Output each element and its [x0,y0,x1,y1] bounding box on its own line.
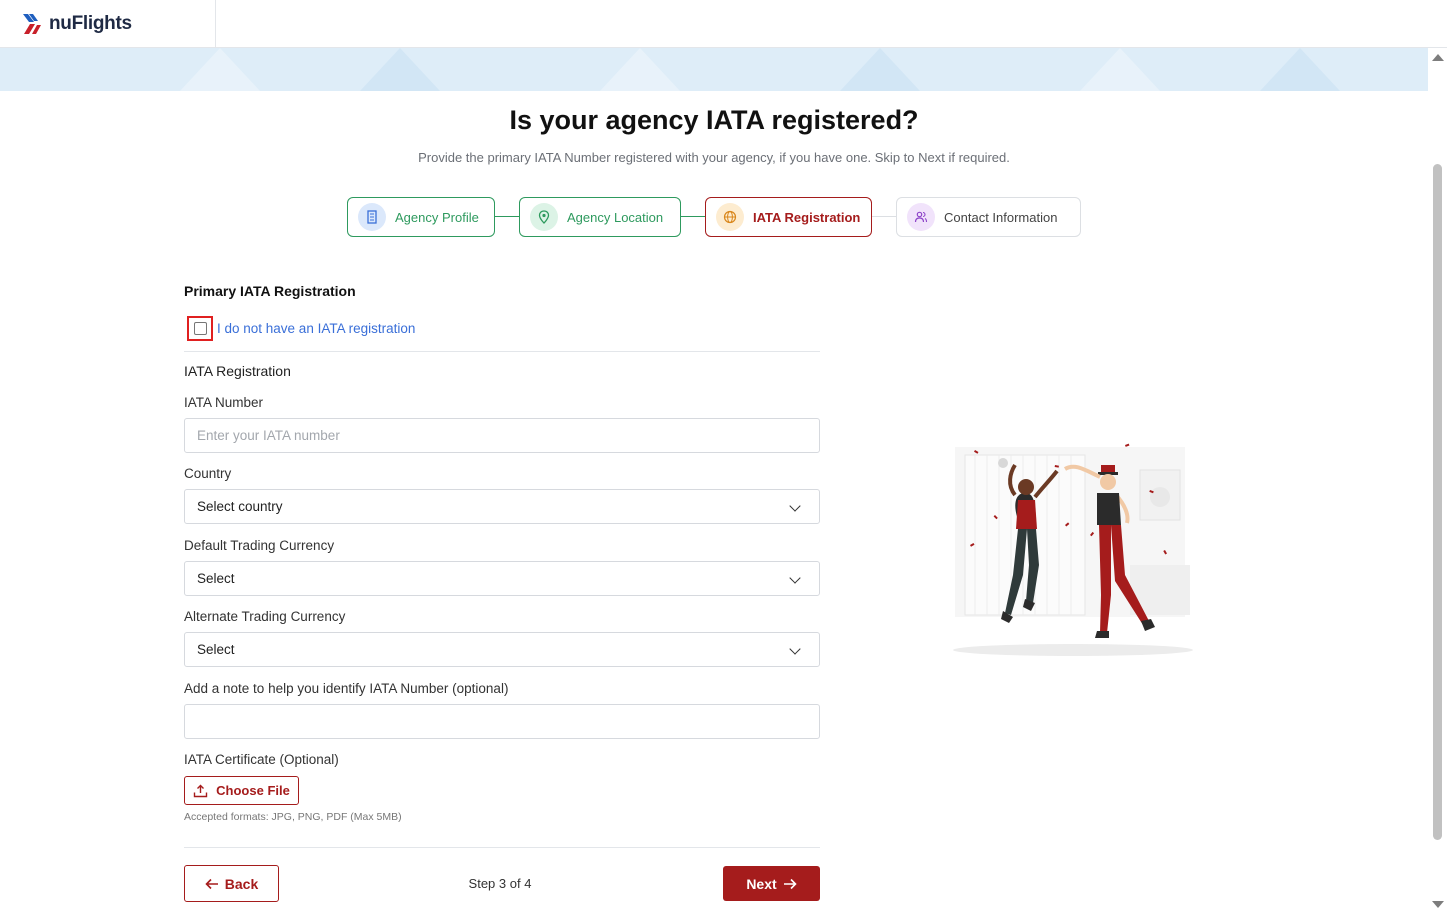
note-input[interactable] [184,704,820,739]
iata-number-placeholder: Enter your IATA number [197,428,340,443]
page-subtitle: Provide the primary IATA Number register… [418,150,1010,165]
no-iata-checkbox-row[interactable]: I do not have an IATA registration [187,315,415,341]
chevron-down-icon [789,500,801,512]
scroll-up-arrow-icon[interactable] [1432,54,1444,61]
arrow-left-icon [205,878,218,889]
back-button[interactable]: Back [184,865,279,902]
default-currency-select[interactable]: Select [184,561,820,596]
brand-logo[interactable]: nuFlights [0,0,216,47]
iata-number-input[interactable]: Enter your IATA number [184,418,820,453]
step-label: Agency Profile [395,209,479,225]
subsection-title: IATA Registration [184,363,291,379]
celebration-illustration [915,425,1230,665]
next-label: Next [746,875,777,892]
upload-icon [193,784,208,797]
step-connector [495,216,519,217]
country-label: Country [184,466,232,481]
note-label: Add a note to help you identify IATA Num… [184,681,509,696]
checkbox-highlight [187,315,213,341]
alternate-currency-select[interactable]: Select [184,632,820,667]
no-iata-checkbox[interactable] [193,321,207,335]
accepted-formats-hint: Accepted formats: JPG, PNG, PDF (Max 5MB… [184,811,402,823]
brand-name: nuFlights [49,12,132,34]
no-iata-checkbox-label[interactable]: I do not have an IATA registration [217,321,415,336]
step-connector [681,216,705,217]
divider [184,351,820,352]
header-banner [0,48,1428,91]
country-select[interactable]: Select country [184,489,820,524]
scrollbar[interactable] [1428,48,1447,912]
step-contact-information[interactable]: Contact Information [896,197,1081,237]
step-agency-profile[interactable]: Agency Profile [347,197,495,237]
top-bar: nuFlights [0,0,1447,48]
step-agency-location[interactable]: Agency Location [519,197,681,237]
iata-number-label: IATA Number [184,395,264,410]
step-counter: Step 3 of 4 [468,876,532,891]
default-currency-select-value: Select [197,571,235,586]
certificate-label: IATA Certificate (Optional) [184,752,339,767]
step-label: Agency Location [567,209,664,225]
choose-file-label: Choose File [216,783,290,798]
alternate-currency-label: Alternate Trading Currency [184,609,346,624]
default-currency-label: Default Trading Currency [184,538,335,553]
map-pin-icon [530,203,558,231]
arrow-right-icon [783,878,797,889]
step-label: IATA Registration [753,209,861,225]
choose-file-button[interactable]: Choose File [184,776,299,805]
section-title: Primary IATA Registration [184,283,356,299]
page-title: Is your agency IATA registered? [509,105,919,135]
country-select-value: Select country [197,499,283,514]
next-button[interactable]: Next [723,866,820,901]
globe-icon [716,203,744,231]
building-icon [358,203,386,231]
users-icon [907,203,935,231]
back-label: Back [224,875,259,892]
divider [184,847,820,848]
chevron-down-icon [789,572,801,584]
scroll-down-arrow-icon[interactable] [1432,901,1444,908]
logo-icon [23,13,41,34]
step-label: Contact Information [944,209,1058,225]
chevron-down-icon [789,643,801,655]
scroll-thumb[interactable] [1433,164,1442,840]
step-connector [872,216,896,217]
banner-pattern [180,48,1340,91]
alternate-currency-select-value: Select [197,642,235,657]
step-iata-registration[interactable]: IATA Registration [705,197,872,237]
